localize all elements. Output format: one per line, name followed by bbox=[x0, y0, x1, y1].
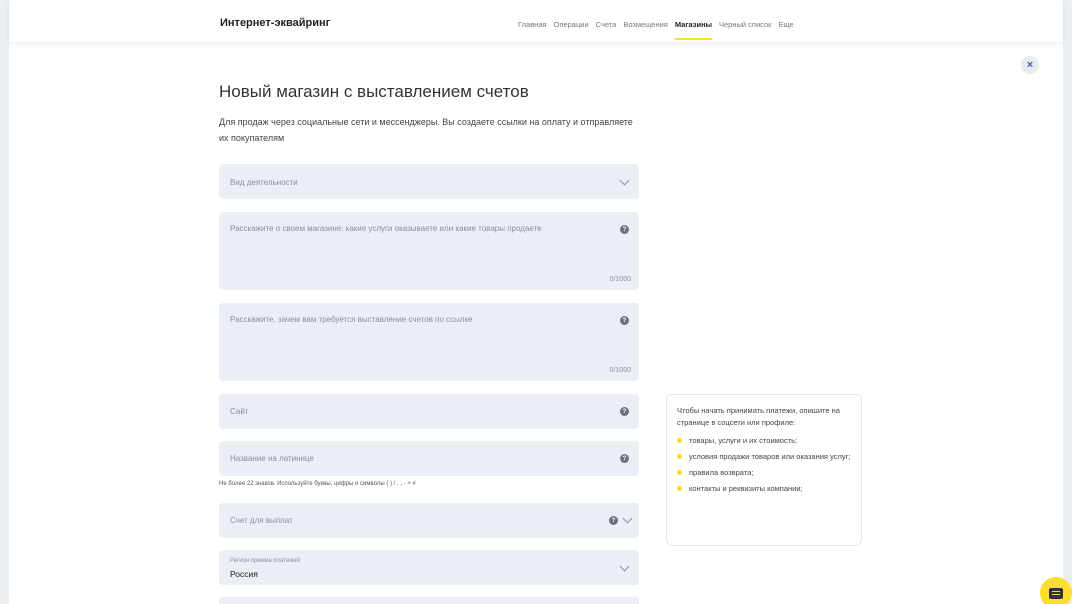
latin-name-input[interactable]: Название на латинице ? bbox=[219, 441, 639, 476]
store-description-textarea[interactable]: Расскажите о своем магазине: какие услуг… bbox=[219, 212, 639, 290]
page-subtitle: Для продаж через социальные сети и мессе… bbox=[219, 117, 633, 143]
bullet-dot-icon bbox=[677, 470, 682, 475]
help-icon[interactable]: ? bbox=[620, 316, 629, 325]
nav-item-accounts[interactable]: Счета bbox=[596, 20, 617, 40]
latin-name-hint: Не более 22 знаков. Используйте буквы, ц… bbox=[219, 481, 416, 487]
nav-item-refunds[interactable]: Возмещения bbox=[623, 20, 668, 40]
store-description-counter: 0/1000 bbox=[609, 276, 631, 283]
list-item: товары, услуги и их стоимость; bbox=[677, 435, 851, 446]
site-placeholder: Сайт bbox=[230, 407, 249, 416]
main-nav: Главная Операции Счета Возмещения Магази… bbox=[518, 20, 794, 40]
info-card-list: товары, услуги и их стоимость; условия п… bbox=[677, 435, 851, 494]
list-item: контакты и реквизиты компании; bbox=[677, 483, 851, 494]
info-card-intro: Чтобы начать принимать платежи, опишите … bbox=[677, 406, 840, 427]
page-title: Новый магазин с выставлением счетов bbox=[219, 82, 529, 101]
help-icon[interactable]: ? bbox=[609, 516, 618, 525]
list-item-text: условия продажи товаров или оказания усл… bbox=[689, 452, 851, 461]
region-select[interactable]: Регион приема платежей Россия bbox=[219, 550, 639, 585]
invoice-reason-placeholder: Расскажите, зачем вам требуется выставле… bbox=[230, 315, 473, 324]
help-icon[interactable]: ? bbox=[620, 407, 629, 416]
list-item-text: контакты и реквизиты компании; bbox=[689, 484, 803, 493]
invoice-reason-counter: 0/1000 bbox=[609, 367, 631, 374]
chat-icon bbox=[1049, 587, 1063, 599]
chevron-down-icon bbox=[619, 561, 630, 572]
list-item: правила возврата; bbox=[677, 467, 851, 478]
site-input[interactable]: Сайт ? bbox=[219, 394, 639, 429]
chevron-down-icon bbox=[622, 513, 633, 524]
nav-item-more[interactable]: Еще bbox=[778, 20, 793, 40]
chat-button[interactable] bbox=[1040, 577, 1072, 604]
bullet-dot-icon bbox=[677, 438, 682, 443]
page-margin-right bbox=[1063, 0, 1072, 604]
invoice-reason-textarea[interactable]: Расскажите, зачем вам требуется выставле… bbox=[219, 303, 639, 381]
chevron-down-icon bbox=[619, 175, 630, 186]
list-item: условия продажи товаров или оказания усл… bbox=[677, 451, 851, 462]
brand-title: Интернет-эквайринг bbox=[220, 17, 331, 29]
store-description-placeholder: Расскажите о своем магазине: какие услуг… bbox=[230, 224, 542, 233]
region-value: Россия bbox=[230, 569, 258, 579]
nav-item-home[interactable]: Главная bbox=[518, 20, 547, 40]
top-header: Интернет-эквайринг Главная Операции Счет… bbox=[9, 0, 1063, 42]
nav-item-blacklist[interactable]: Черный список bbox=[719, 20, 771, 40]
info-card: Чтобы начать принимать платежи, опишите … bbox=[666, 394, 862, 546]
activity-type-select[interactable]: Вид деятельности bbox=[219, 164, 639, 199]
list-item-text: товары, услуги и их стоимость; bbox=[689, 436, 798, 445]
help-icon[interactable]: ? bbox=[620, 225, 629, 234]
next-field-partial[interactable] bbox=[219, 597, 639, 604]
bullet-dot-icon bbox=[677, 486, 682, 491]
nav-item-stores[interactable]: Магазины bbox=[674, 20, 713, 40]
payout-account-select[interactable]: Счет для выплат ? bbox=[219, 503, 639, 538]
nav-item-operations[interactable]: Операции bbox=[554, 20, 589, 40]
close-icon[interactable]: × bbox=[1021, 56, 1039, 74]
region-label: Регион приема платежей bbox=[230, 558, 300, 564]
help-icon[interactable]: ? bbox=[620, 454, 629, 463]
payout-account-placeholder: Счет для выплат bbox=[230, 516, 293, 525]
page-margin-left bbox=[0, 0, 9, 604]
latin-name-placeholder: Название на латинице bbox=[230, 454, 314, 463]
bullet-dot-icon bbox=[677, 454, 682, 459]
activity-type-placeholder: Вид деятельности bbox=[230, 178, 298, 187]
list-item-text: правила возврата; bbox=[689, 468, 754, 477]
